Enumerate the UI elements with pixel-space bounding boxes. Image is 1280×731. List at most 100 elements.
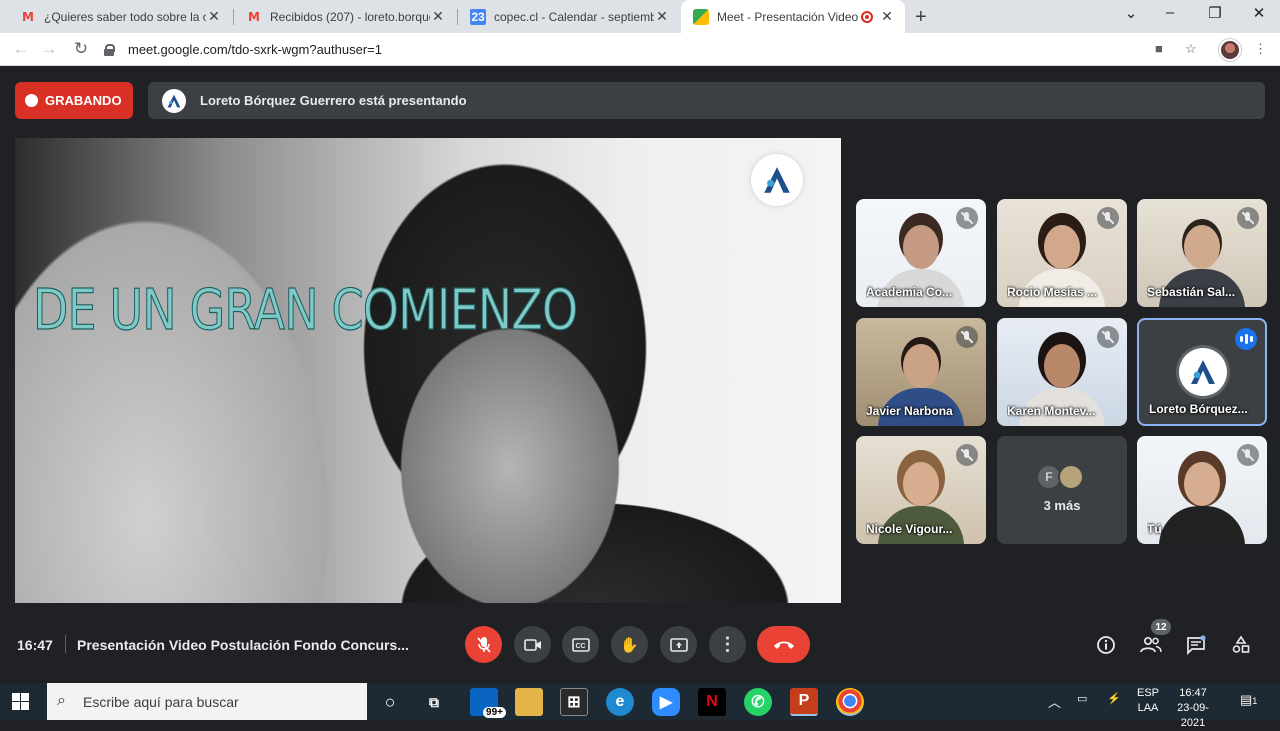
menu-kebab-icon[interactable]: ⋮ [1254,41,1267,57]
cortana-icon[interactable]: ○ [376,688,404,716]
more-participants-tile[interactable]: F 3 más [997,436,1127,544]
back-icon[interactable]: ← [10,39,32,59]
taskbar-search-input[interactable]: ⌕ Escribe aquí para buscar [47,683,367,720]
tab-title: Meet - Presentación Video P [717,9,861,24]
clock-date: 23-09-2021 [1177,702,1209,729]
present-now-button[interactable] [660,626,697,663]
edge-icon[interactable]: e [606,688,634,716]
close-tab-icon[interactable]: ✕ [879,8,895,25]
participant-name: Nicole Vigour... [866,522,953,536]
forward-icon[interactable]: → [38,39,60,59]
meeting-details-button[interactable] [1093,632,1119,658]
taskbar-clock[interactable]: 16:47 23-09-2021 [1170,686,1216,731]
presentation-stage: DE UN GRAN COMIENZO [15,138,841,603]
meeting-title: Presentación Video Postulación Fondo Con… [77,637,409,653]
more-participants-label: 3 más [1043,498,1081,513]
academia-logo-icon [162,88,186,113]
participant-tile[interactable]: Rocio Mesías ... [997,199,1127,307]
network-icon[interactable]: ⚡ [1107,692,1121,705]
profile-avatar[interactable] [1219,39,1241,61]
camera-icon[interactable]: ■ [1155,41,1163,56]
tab-gmail-2[interactable]: M Recibidos (207) - loreto.borquez ✕ [234,0,456,33]
mail-badge: 99+ [483,707,506,718]
close-tab-icon[interactable]: ✕ [430,8,446,25]
tray-chevron-icon[interactable]: ︿ [1048,692,1061,711]
participant-tile-active-speaker[interactable]: Loreto Bórquez... [1137,318,1267,426]
input-language[interactable]: ESP LAA [1135,686,1161,716]
recording-chip[interactable]: GRABANDO [15,82,133,119]
camera-toggle-button[interactable] [514,626,551,663]
browser-tab-strip: M ¿Quieres saber todo sobre la obe ✕ M R… [0,0,1280,33]
maximize-icon[interactable]: ❐ [1200,4,1230,22]
participant-tile[interactable]: Academia Co... [856,199,986,307]
close-tab-icon[interactable]: ✕ [654,8,670,25]
participant-name: Rocio Mesías ... [1007,285,1098,299]
presenting-banner: Loreto Bórquez Guerrero está presentando [148,82,1265,119]
muted-mic-icon [1097,207,1119,229]
recording-label: GRABANDO [45,93,122,108]
presenting-text: Loreto Bórquez Guerrero está presentando [200,93,467,108]
file-explorer-icon[interactable] [515,688,543,716]
activities-button[interactable] [1228,632,1254,658]
notifications-icon[interactable]: ▤1 [1240,692,1257,708]
close-tab-icon[interactable]: ✕ [206,8,222,25]
minimize-icon[interactable]: – [1155,4,1185,21]
muted-mic-icon [1097,326,1119,348]
muted-mic-icon [1237,207,1259,229]
tab-title: copec.cl - Calendar - septiembre [494,9,654,24]
muted-mic-icon [956,326,978,348]
participant-tile[interactable]: Nicole Vigour... [856,436,986,544]
academia-logo-icon [751,154,803,206]
gmail-icon: M [248,9,260,24]
captions-button[interactable]: CC [562,626,599,663]
participant-name: Loreto Bórquez... [1149,402,1248,416]
hand-icon: ✋ [620,636,639,654]
clock-time: 16:47 [1179,687,1207,699]
meet-icon [693,8,709,25]
new-tab-button[interactable]: + [915,6,927,29]
activities-icon [1232,635,1250,653]
search-icon: ⌕ [57,692,66,709]
present-screen-icon [669,637,688,652]
info-icon [1097,636,1115,654]
url-text: meet.google.com/tdo-sxrk-wgm?authuser=1 [128,42,382,57]
tab-meet[interactable]: Meet - Presentación Video P ✕ [681,0,905,33]
calendar-icon: 23 [470,8,486,25]
raise-hand-button[interactable]: ✋ [611,626,648,663]
task-view-icon[interactable]: ⧉ [420,688,448,716]
store-icon[interactable]: ⊞ [560,688,588,716]
chat-button[interactable] [1183,632,1209,658]
more-options-button[interactable]: ⋮ [709,626,746,663]
tab-title: Recibidos (207) - loreto.borquez [270,9,430,24]
participant-name: Tú [1147,522,1162,536]
lang-bottom: LAA [1137,702,1159,714]
battery-icon[interactable]: ▭ [1077,692,1087,705]
reload-icon[interactable]: ↻ [70,39,92,59]
tab-title: ¿Quieres saber todo sobre la obe [44,9,206,24]
svg-text:CC: CC [575,643,585,650]
participant-tile-self[interactable]: Tú [1137,436,1267,544]
bookmark-star-icon[interactable]: ☆ [1185,41,1197,57]
close-window-icon[interactable]: ✕ [1244,4,1274,22]
mic-toggle-button[interactable] [465,626,502,663]
leave-call-button[interactable] [757,626,810,663]
chrome-icon[interactable] [836,688,864,716]
gmail-icon: M [22,9,34,24]
powerpoint-icon[interactable]: P [790,688,818,716]
muted-mic-icon [956,207,978,229]
recording-dot-icon [25,94,38,107]
zoom-icon[interactable]: ▶ [652,688,680,716]
whatsapp-icon[interactable]: ✆ [744,688,772,716]
address-bar[interactable]: meet.google.com/tdo-sxrk-wgm?authuser=1 [104,37,1204,62]
windows-start-icon[interactable] [12,693,29,710]
netflix-icon[interactable]: N [698,688,726,716]
notification-count: 1 [1252,696,1258,706]
participant-tile[interactable]: Karen Montev... [997,318,1127,426]
tab-calendar[interactable]: 23 copec.cl - Calendar - septiembre ✕ [458,0,680,33]
people-button[interactable] [1138,632,1164,658]
participant-tile[interactable]: Sebastián Sal... [1137,199,1267,307]
tab-gmail-1[interactable]: M ¿Quieres saber todo sobre la obe ✕ [8,0,232,33]
mail-app-icon[interactable]: 99+ [470,688,506,718]
participant-tile[interactable]: Javier Narbona [856,318,986,426]
tab-search-icon[interactable]: ⌄ [1116,4,1146,22]
